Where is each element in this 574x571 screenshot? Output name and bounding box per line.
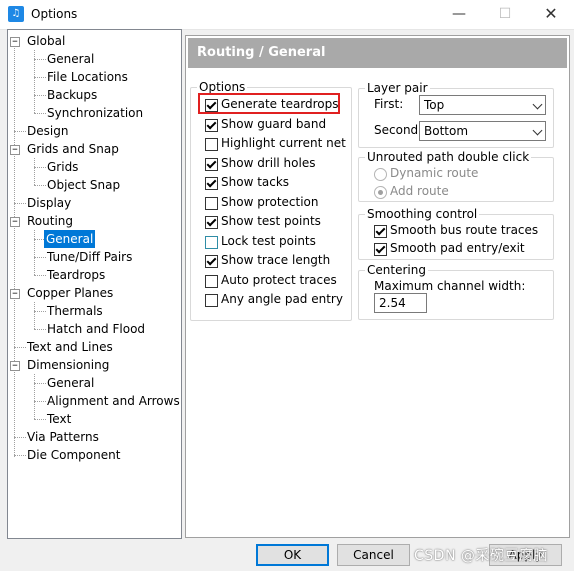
first-layer-value: Top [424, 98, 445, 112]
title-bar: ♫ Options — ☐ ✕ [0, 0, 574, 30]
checkbox-box [205, 99, 218, 112]
centering-title: Centering [365, 263, 428, 277]
second-layer-select[interactable]: Bottom [419, 121, 546, 141]
tree-item-teardrops[interactable]: Teardrops [47, 266, 105, 284]
minimize-button[interactable]: — [436, 0, 482, 29]
radio-label: Dynamic route [390, 166, 479, 180]
tree-item-text-and-lines[interactable]: Text and Lines [27, 338, 113, 356]
tree-item-thermals[interactable]: Thermals [47, 302, 103, 320]
tree-item-copper-planes[interactable]: Copper Planes [27, 284, 113, 302]
max-channel-width-input[interactable]: 2.54 [374, 293, 427, 313]
close-button[interactable]: ✕ [528, 0, 574, 29]
layer-pair-title: Layer pair [365, 81, 430, 95]
tree-item-dimensioning[interactable]: Dimensioning [27, 356, 109, 374]
checkbox-label: Show test points [221, 214, 321, 228]
checkbox-box [205, 158, 218, 171]
checkbox-box [205, 236, 218, 249]
tree-item-routing-general[interactable]: General [44, 230, 96, 248]
tree-item-general[interactable]: General [47, 50, 94, 68]
checkbox-label: Show tacks [221, 175, 290, 189]
checkbox-box [205, 119, 218, 132]
tree-item-global[interactable]: Global [27, 32, 65, 50]
tree-item-object-snap[interactable]: Object Snap [47, 176, 120, 194]
checkbox-box [205, 255, 218, 268]
max-channel-width-label: Maximum channel width: [374, 279, 526, 293]
checkbox-box [205, 138, 218, 151]
tree-item-hatch-and-flood[interactable]: Hatch and Flood [47, 320, 145, 338]
tree-item-grids-and-snap[interactable]: Grids and Snap [27, 140, 119, 158]
maximize-button: ☐ [498, 6, 512, 22]
checkbox-label: Auto protect traces [221, 273, 337, 287]
second-layer-value: Bottom [424, 124, 469, 138]
options-tree[interactable]: − − − − − Global General File Locations … [7, 29, 182, 539]
first-layer-select[interactable]: Top [419, 95, 546, 115]
ok-button[interactable]: OK [256, 544, 329, 566]
tree-item-backups[interactable]: Backups [47, 86, 97, 104]
checkbox-label: Smooth bus route traces [390, 223, 539, 237]
watermark: CSDN @采碗豆腐脑 [414, 548, 548, 564]
tree-item-design[interactable]: Design [27, 122, 68, 140]
settings-panel: Routing / General Options Generate teard… [185, 35, 570, 538]
checkbox-box [205, 294, 218, 307]
chevron-down-icon [532, 99, 543, 110]
smoothing-control-title: Smoothing control [365, 207, 480, 221]
tree-item-file-locations[interactable]: File Locations [47, 68, 128, 86]
checkbox-label: Highlight current net [221, 136, 346, 150]
expander-dimensioning[interactable]: − [10, 361, 20, 371]
window-title: Options [31, 7, 78, 21]
chevron-down-icon [532, 125, 543, 136]
tree-item-text[interactable]: Text [47, 410, 71, 428]
tree-item-die-component[interactable]: Die Component [27, 446, 120, 464]
checkbox-box [205, 275, 218, 288]
radio-circle [374, 186, 387, 199]
tree-item-tune-diff-pairs[interactable]: Tune/Diff Pairs [47, 248, 132, 266]
cancel-button[interactable]: Cancel [337, 544, 410, 566]
expander-copper-planes[interactable]: − [10, 289, 20, 299]
second-label: Second: [374, 123, 423, 137]
checkbox-label: Any angle pad entry [221, 292, 343, 306]
panel-header: Routing / General [188, 38, 567, 68]
tree-item-synchronization[interactable]: Synchronization [47, 104, 143, 122]
checkbox-label: Smooth pad entry/exit [390, 241, 525, 255]
tree-item-routing[interactable]: Routing [27, 212, 73, 230]
checkbox-label: Show guard band [221, 117, 327, 131]
checkbox-box [374, 243, 387, 256]
app-icon: ♫ [8, 6, 24, 22]
checkbox-label: Show drill holes [221, 156, 316, 170]
expander-grids-and-snap[interactable]: − [10, 145, 20, 155]
tree-item-alignment-and-arrows[interactable]: Alignment and Arrows [47, 392, 180, 410]
expander-routing[interactable]: − [10, 217, 20, 227]
checkbox-label: Show trace length [221, 253, 331, 267]
options-group-title: Options [197, 80, 248, 94]
checkbox-box [205, 216, 218, 229]
radio-circle [374, 168, 387, 181]
checkbox-box [374, 225, 387, 238]
first-label: First: [374, 97, 404, 111]
unrouted-path-title: Unrouted path double click [365, 150, 532, 164]
checkbox-box [205, 177, 218, 190]
checkbox-label: Generate teardrops [221, 97, 339, 111]
tree-item-grids[interactable]: Grids [47, 158, 78, 176]
tree-item-dimensioning-general[interactable]: General [47, 374, 94, 392]
tree-item-display[interactable]: Display [27, 194, 71, 212]
expander-global[interactable]: − [10, 37, 20, 47]
checkbox-box [205, 197, 218, 210]
tree-item-via-patterns[interactable]: Via Patterns [27, 428, 99, 446]
checkbox-label: Show protection [221, 195, 319, 209]
checkbox-label: Lock test points [221, 234, 316, 248]
radio-label: Add route [390, 184, 449, 198]
